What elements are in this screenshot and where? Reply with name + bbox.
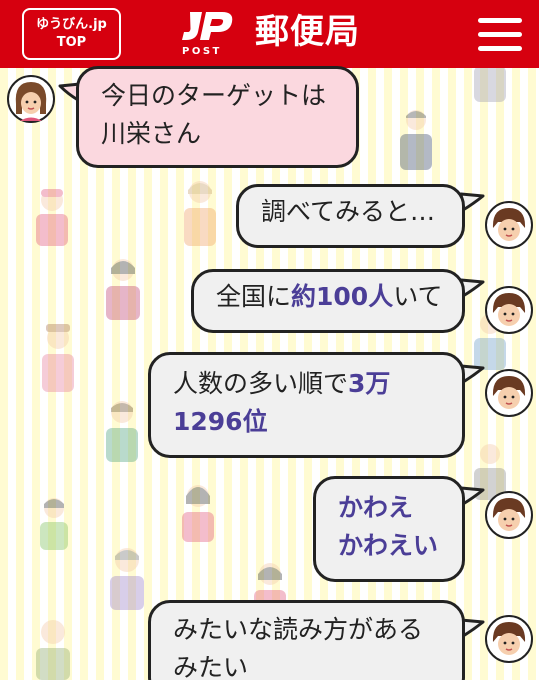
woman-avatar-icon (485, 491, 533, 539)
yubin-top-button[interactable]: ゆうびん.jp TOP (22, 8, 121, 60)
msg2-text: 調べてみると… (261, 197, 436, 226)
background-person-icon (110, 548, 144, 610)
woman-avatar-icon (7, 75, 55, 123)
chat-bubble-count: 全国に約100人いて (191, 269, 465, 333)
msg1-line2: 川栄さん (101, 119, 202, 148)
msg6-line1: みたいな読み方がある (173, 615, 424, 644)
msg4-line2-highlight: 1296位 (173, 407, 268, 436)
chat-bubble-way-of-reading: みたいな読み方がある みたい (148, 600, 465, 680)
chat-bubble-investigate: 調べてみると… (236, 184, 465, 248)
msg3-post: いて (393, 282, 443, 311)
msg3-highlight: 約100人 (291, 282, 394, 311)
background-person-icon (40, 498, 68, 550)
msg4-line1-highlight: 3万 (348, 369, 391, 398)
woman-avatar-icon (485, 201, 533, 249)
logo-post-text: POST (182, 46, 222, 56)
chat-bubble-rank: 人数の多い順で3万 1296位 (148, 352, 465, 458)
hamburger-menu-icon[interactable] (478, 16, 522, 52)
top-button-label-1: ゆうびん.jp (36, 17, 107, 32)
msg5-line1: かわえ (338, 493, 414, 522)
chat-bubble-target: 今日のターゲットは 川栄さん (76, 66, 359, 168)
background-person-icon (42, 324, 74, 392)
brand-title: 郵便局 (255, 12, 360, 52)
chat-bubble-reading: かわえ かわえい (313, 476, 465, 582)
background-person-icon (182, 485, 214, 542)
msg1-line1: 今日のターゲットは (101, 81, 327, 110)
woman-avatar-icon (485, 369, 533, 417)
jp-post-logo-icon[interactable]: POST (180, 10, 240, 56)
woman-avatar-icon (485, 286, 533, 334)
woman-avatar-icon (485, 615, 533, 663)
background-person-icon (400, 110, 432, 170)
background-person-icon (474, 66, 506, 102)
msg6-line2: みたい (173, 653, 249, 680)
background-person-icon (106, 259, 140, 320)
background-person-icon (106, 401, 138, 462)
background-person-icon (36, 189, 68, 246)
msg4-line1-pre: 人数の多い順で (173, 369, 349, 398)
background-person-icon (184, 181, 216, 246)
msg5-line2: かわえい (338, 531, 439, 560)
site-header: ゆうびん.jp TOP POST 郵便局 (0, 0, 539, 68)
msg3-pre: 全国に (216, 282, 292, 311)
background-person-icon (36, 620, 70, 680)
top-button-label-2: TOP (56, 35, 87, 50)
